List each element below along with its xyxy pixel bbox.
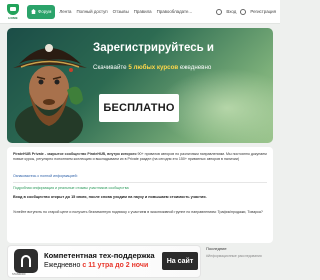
page: HOME Форум Лента Полный доступ Отзывы Пр… xyxy=(0,0,280,280)
intro-paragraph: PirateHUB Private - закрытое сообщество … xyxy=(13,152,267,162)
top-nav: HOME Форум Лента Полный доступ Отзывы Пр… xyxy=(0,0,280,24)
intro-bold: PirateHUB Private - закрытое сообщество … xyxy=(13,152,137,156)
nav-item-reviews[interactable]: Отзывы xyxy=(113,9,129,14)
ad-title: Компетентная тех-поддержка xyxy=(44,251,155,260)
pirate-illustration xyxy=(13,44,87,143)
banner-sub-post: ежедневно xyxy=(178,64,212,71)
standoff-logo xyxy=(14,249,38,273)
go-to-site-button[interactable]: На сайт xyxy=(162,252,198,270)
site-logo[interactable]: HOME xyxy=(4,2,22,22)
home-icon xyxy=(31,9,36,14)
promo-banner[interactable]: Зарегистрируйтесь и Скачивайте 5 любых к… xyxy=(7,28,273,143)
login-icon xyxy=(216,8,223,15)
nav-tab-forum[interactable]: Форум xyxy=(27,4,56,19)
banner-sub-highlight: 5 любых курсов xyxy=(128,64,179,71)
nav-item-rules[interactable]: Правила xyxy=(134,9,152,14)
support-ad[interactable]: STANDOFF Компетентная тех-поддержка Ежед… xyxy=(7,245,201,278)
banner-subtitle: Скачивайте 5 любых курсов ежедневно xyxy=(93,64,211,71)
nav-item-feed[interactable]: Лента xyxy=(59,9,71,14)
banner-sub-pre: Скачивайте xyxy=(93,64,129,71)
details-link[interactable]: Подробная информация и реальные отзывы у… xyxy=(13,186,267,191)
logo-text: HOME xyxy=(8,15,18,20)
sidebar-latest-title: Последние xyxy=(206,246,227,251)
nav-tab-forum-label: Форум xyxy=(38,9,52,14)
sidebar-latest-item[interactable]: #Информационные расследования xyxy=(206,254,276,259)
info-label: Ознакомьтесь с полной информацией: xyxy=(13,174,78,178)
standoff-logo-label: STANDOFF xyxy=(12,273,26,276)
logo-icon xyxy=(7,3,19,15)
ad-subtitle: Ежедневно с 11 утра до 2 ночи xyxy=(44,262,148,269)
register-link[interactable]: Регистрация xyxy=(250,9,276,14)
free-badge[interactable]: БЕСПЛАТНО xyxy=(99,94,179,122)
ad-sub-pre: Ежедневно xyxy=(44,262,83,269)
sidebar-latest: Последние #Информационные расследования xyxy=(206,246,276,278)
banner-title: Зарегистрируйтесь и xyxy=(93,42,214,54)
login-link[interactable]: Вход xyxy=(226,9,236,14)
deadline-notice: Вход в сообщество открыт до 15 июля, пос… xyxy=(13,195,207,199)
join-paragraph: Успейте вступить по старой цене и получи… xyxy=(13,210,263,214)
ad-sub-highlight: с 11 утра до 2 ночи xyxy=(82,262,149,269)
standoff-logo-icon xyxy=(21,255,31,267)
register-icon xyxy=(240,8,247,15)
divider xyxy=(13,182,267,183)
nav-item-full-access[interactable]: Полный доступ xyxy=(77,9,108,14)
content-card: PirateHUB Private - закрытое сообщество … xyxy=(7,147,273,243)
nav-item-copyright[interactable]: Правообладате... xyxy=(157,9,193,14)
